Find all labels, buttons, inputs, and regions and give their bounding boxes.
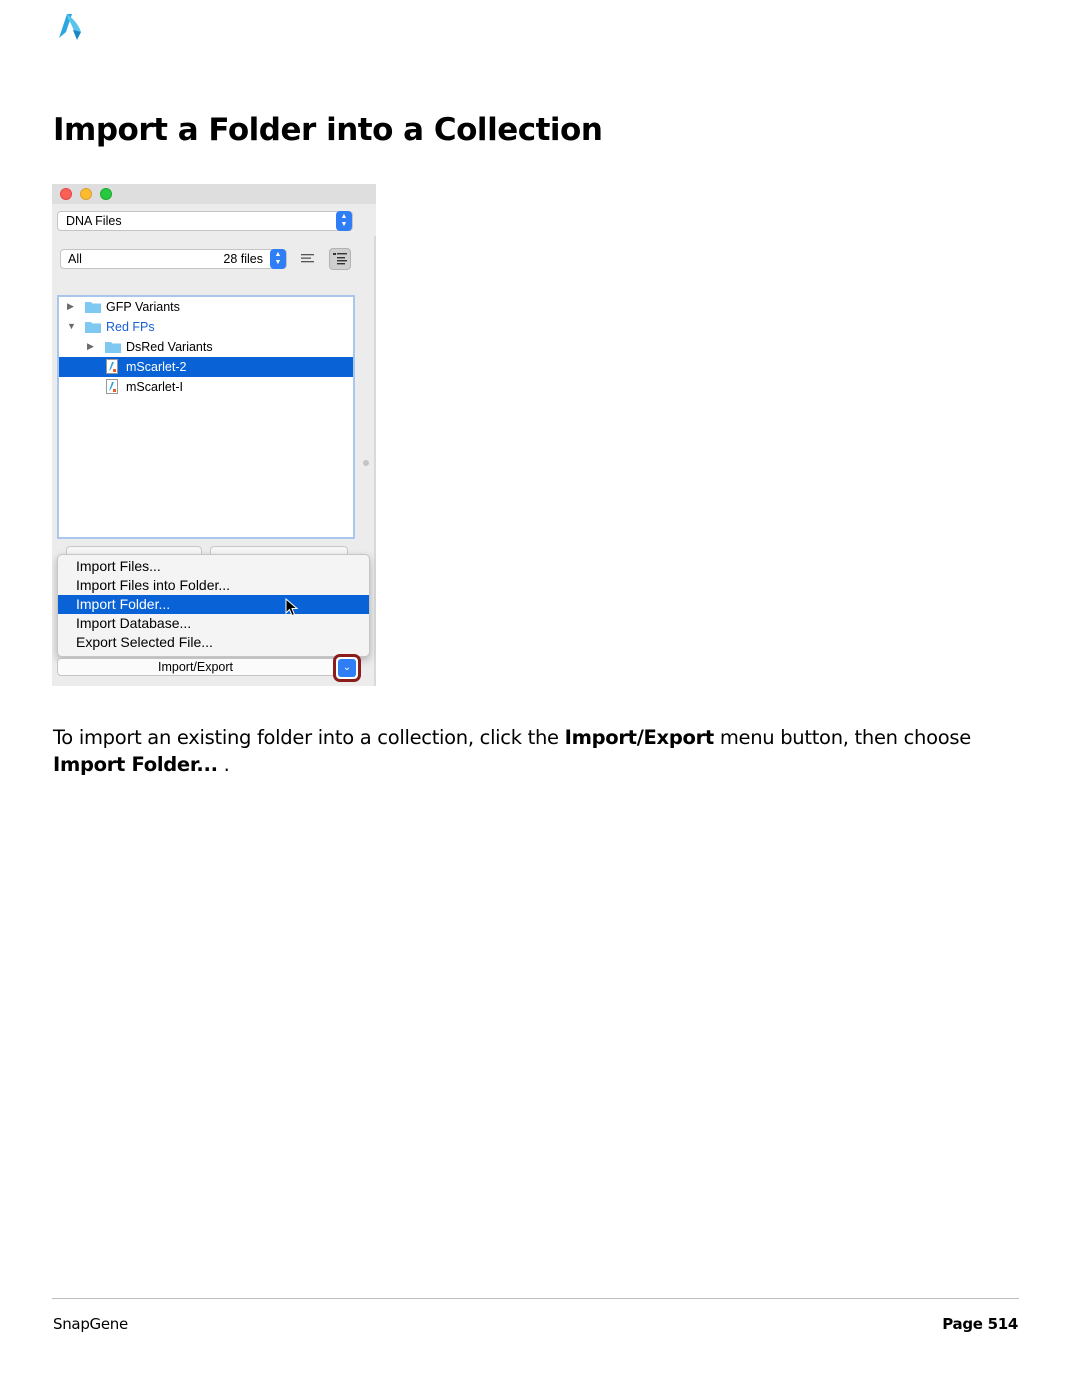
disclosure-triangle-icon[interactable]: ▼ <box>67 321 76 331</box>
folder-icon <box>85 322 101 333</box>
menu-item-label: Import Database... <box>76 615 192 631</box>
file-count: 28 files <box>223 252 263 266</box>
dna-file-icon <box>106 379 118 394</box>
tree-row-mscarlet-2[interactable]: mScarlet-2 <box>59 357 353 377</box>
filter-select[interactable]: All 28 files ▲ ▼ <box>60 249 287 269</box>
import-export-button[interactable]: Import/Export <box>57 658 357 676</box>
tree-item-label: GFP Variants <box>106 300 180 314</box>
instruction-part: To import an existing folder into a coll… <box>53 726 565 749</box>
page-title: Import a Folder into a Collection <box>53 112 603 148</box>
chevron-updown-icon: ▲ ▼ <box>270 249 286 269</box>
disclosure-triangle-icon[interactable]: ▶ <box>87 341 94 352</box>
tree-item-label: Red FPs <box>106 320 155 334</box>
collection-tree[interactable]: ▶ GFP Variants ▼ Red FPs ▶ DsRed Variant… <box>57 295 355 539</box>
footer-product-name: SnapGene <box>53 1315 128 1333</box>
tree-item-label: mScarlet-2 <box>126 360 187 374</box>
instruction-text: To import an existing folder into a coll… <box>53 724 1013 778</box>
footer-page-number: Page 514 <box>942 1315 1018 1333</box>
menu-item-label: Import Folder... <box>76 596 171 612</box>
file-type-select[interactable]: DNA Files ▲ ▼ <box>57 211 353 231</box>
disclosure-triangle-icon[interactable]: ▶ <box>67 301 74 312</box>
dna-file-icon <box>106 359 118 374</box>
instruction-part: . <box>217 753 230 776</box>
list-view-icon[interactable] <box>300 252 316 266</box>
chevron-updown-icon: ▲ ▼ <box>336 211 352 231</box>
menu-item-label: Import Files into Folder... <box>76 577 231 593</box>
footer-divider <box>52 1298 1019 1299</box>
tree-item-label: DsRed Variants <box>126 340 213 354</box>
instruction-bold-menu-item: Import Folder... <box>53 753 218 776</box>
minimize-window-button[interactable] <box>80 188 92 200</box>
detail-view-button[interactable] <box>329 248 351 270</box>
menu-item-label: Import Files... <box>76 558 161 574</box>
resize-handle[interactable] <box>363 460 369 466</box>
tree-item-label: mScarlet-I <box>126 380 183 394</box>
app-screenshot: DNA Files ▲ ▼ All 28 files ▲ ▼ ▶ GFP Varia… <box>52 184 376 686</box>
tree-row-gfp-variants[interactable]: ▶ GFP Variants <box>59 297 353 317</box>
import-export-dropdown-button[interactable]: ⌄ <box>333 654 361 682</box>
tree-row-red-fps[interactable]: ▼ Red FPs <box>59 317 353 337</box>
menu-item-import-files-into-folder[interactable]: Import Files into Folder... <box>58 576 369 595</box>
tree-row-dsred-variants[interactable]: ▶ DsRed Variants <box>59 337 353 357</box>
close-window-button[interactable] <box>60 188 72 200</box>
file-type-value: DNA Files <box>66 214 122 228</box>
snapgene-logo-icon <box>59 14 81 40</box>
folder-icon <box>105 342 121 353</box>
import-export-label: Import/Export <box>158 660 234 674</box>
tree-row-mscarlet-i[interactable]: mScarlet-I <box>59 377 353 397</box>
mouse-pointer-icon <box>285 598 299 617</box>
chevron-down-icon: ⌄ <box>338 659 356 677</box>
filter-value: All <box>68 252 82 266</box>
menu-item-import-files[interactable]: Import Files... <box>58 557 369 576</box>
detail-list-icon <box>333 253 347 265</box>
menu-item-label: Export Selected File... <box>76 634 213 650</box>
pane-divider[interactable] <box>374 236 376 686</box>
instruction-part: menu button, then choose <box>713 726 971 749</box>
menu-item-import-folder[interactable]: Import Folder... <box>58 595 369 614</box>
folder-icon <box>85 302 101 313</box>
zoom-window-button[interactable] <box>100 188 112 200</box>
menu-item-export-selected-file[interactable]: Export Selected File... <box>58 633 369 652</box>
menu-item-import-database[interactable]: Import Database... <box>58 614 369 633</box>
import-export-menu: Import Files... Import Files into Folder… <box>57 554 370 657</box>
title-bar <box>52 184 376 204</box>
instruction-bold-button-name: Import/Export <box>564 726 715 749</box>
